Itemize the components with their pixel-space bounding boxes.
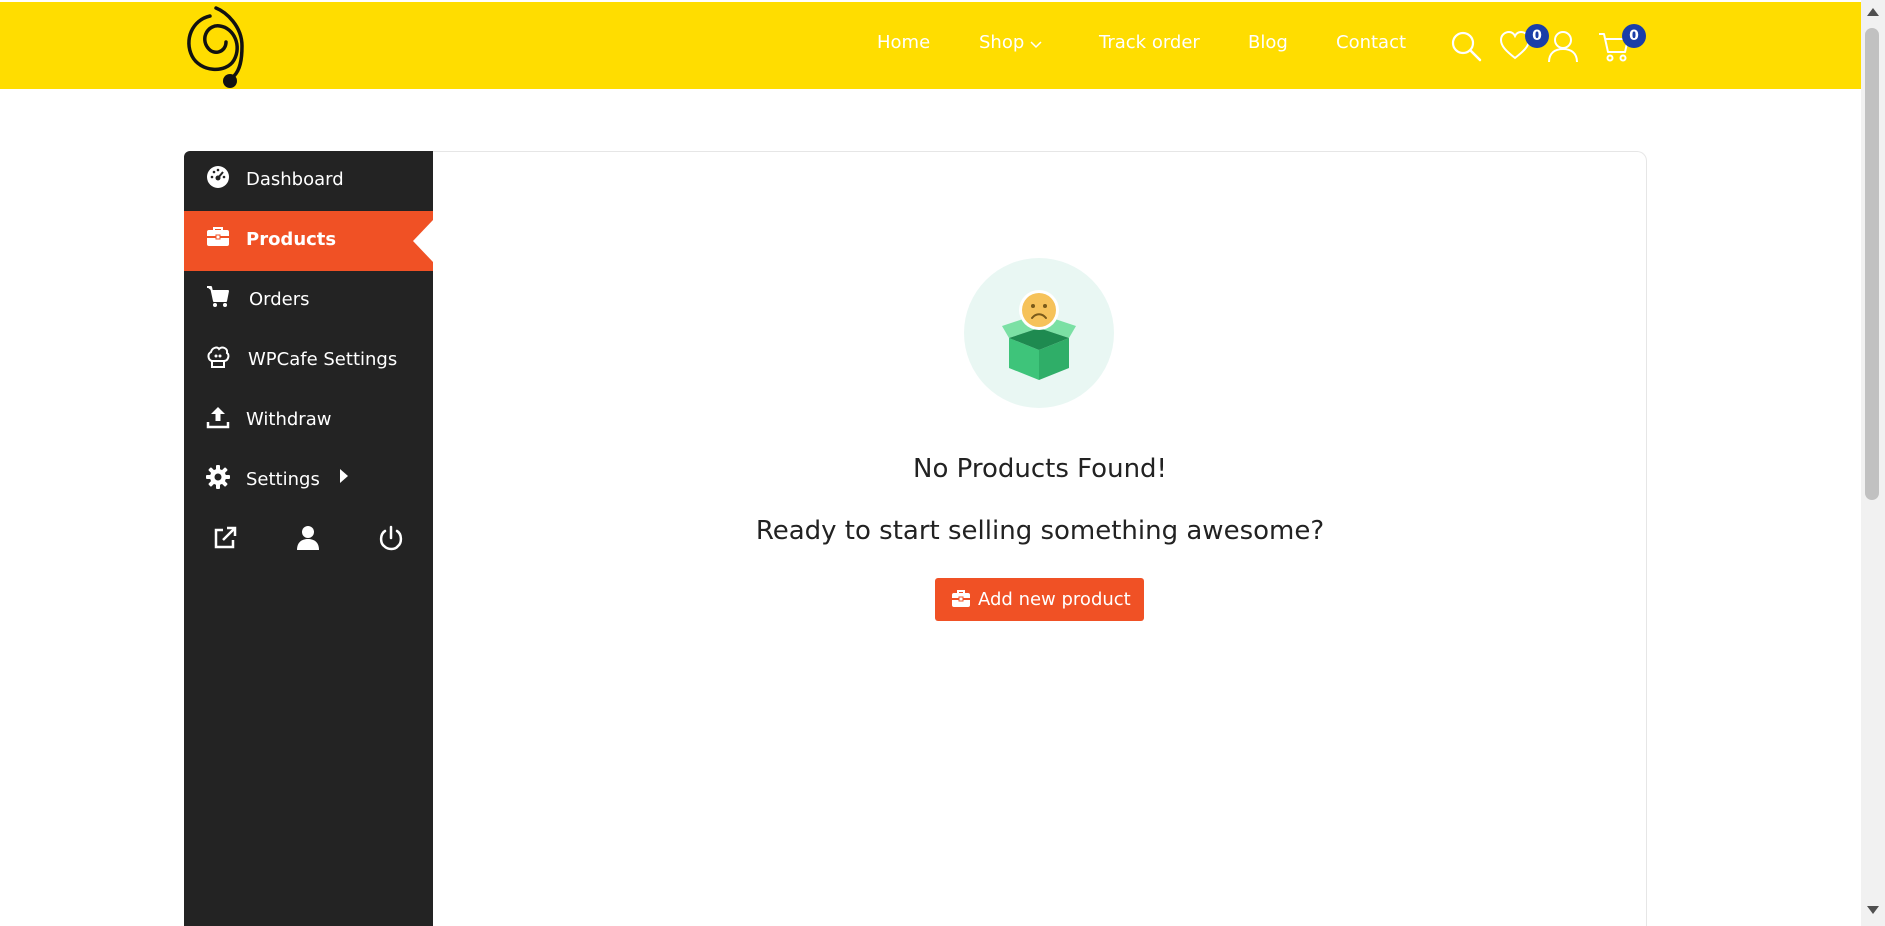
scrollbar-thumb[interactable] [1865, 28, 1879, 500]
chef-hat-icon [206, 345, 230, 369]
sidebar-item-settings[interactable]: Settings [184, 451, 433, 511]
sidebar-item-dashboard[interactable]: Dashboard [184, 151, 433, 211]
sidebar-item-products[interactable]: Products [184, 211, 433, 271]
user-icon[interactable] [295, 525, 325, 555]
products-panel: No Products Found! Ready to start sellin… [433, 151, 1647, 926]
nav-shop[interactable]: Shop [979, 32, 1042, 54]
scroll-down-arrow-icon[interactable] [1867, 906, 1879, 914]
sidebar-item-wpcafe-settings[interactable]: WPCafe Settings [184, 331, 433, 391]
site-header: Home Shop Track order Blog Contact 0 0 [0, 0, 1861, 89]
sidebar-item-orders[interactable]: Orders [184, 271, 433, 331]
nav-home[interactable]: Home [877, 32, 930, 53]
sidebar-label-settings: Settings [246, 469, 320, 490]
sidebar-label-withdraw: Withdraw [246, 409, 332, 430]
empty-box-illustration [964, 258, 1114, 408]
sidebar-label-orders: Orders [249, 289, 310, 310]
nav-track-order[interactable]: Track order [1099, 32, 1200, 53]
dashboard-icon [206, 165, 230, 189]
page-scrollbar[interactable] [1861, 0, 1885, 926]
chevron-down-icon [1030, 33, 1042, 54]
gear-icon [206, 465, 230, 489]
active-indicator [413, 220, 433, 262]
sidebar-label-dashboard: Dashboard [246, 169, 344, 190]
briefcase-icon [951, 589, 971, 609]
add-new-product-button[interactable]: Add new product [935, 578, 1144, 621]
add-new-product-label: Add new product [978, 589, 1131, 610]
wishlist-count-badge: 0 [1525, 24, 1549, 48]
dashboard-sidebar: Dashboard Products Orders WPCafe Setting… [184, 151, 433, 926]
upload-icon [206, 405, 230, 429]
cart-count-badge: 0 [1622, 24, 1646, 48]
sidebar-item-withdraw[interactable]: Withdraw [184, 391, 433, 451]
power-icon[interactable] [378, 525, 408, 555]
sidebar-label-products: Products [246, 229, 337, 250]
sidebar-label-wpcafe-settings: WPCafe Settings [248, 349, 398, 370]
site-logo[interactable] [182, 4, 248, 90]
empty-state-title: No Products Found! [913, 454, 1167, 484]
caret-right-icon [340, 469, 348, 483]
nav-shop-label: Shop [979, 32, 1025, 53]
nav-contact[interactable]: Contact [1336, 32, 1406, 53]
search-icon[interactable] [1449, 29, 1483, 63]
nav-blog[interactable]: Blog [1248, 32, 1288, 53]
scroll-up-arrow-icon[interactable] [1867, 8, 1879, 16]
empty-state-subtitle: Ready to start selling something awesome… [755, 516, 1325, 546]
briefcase-icon [206, 225, 230, 249]
cart-icon [206, 285, 230, 309]
external-link-icon[interactable] [212, 525, 242, 555]
user-icon[interactable] [1546, 29, 1580, 63]
page: Home Shop Track order Blog Contact 0 0 D… [0, 0, 1885, 926]
